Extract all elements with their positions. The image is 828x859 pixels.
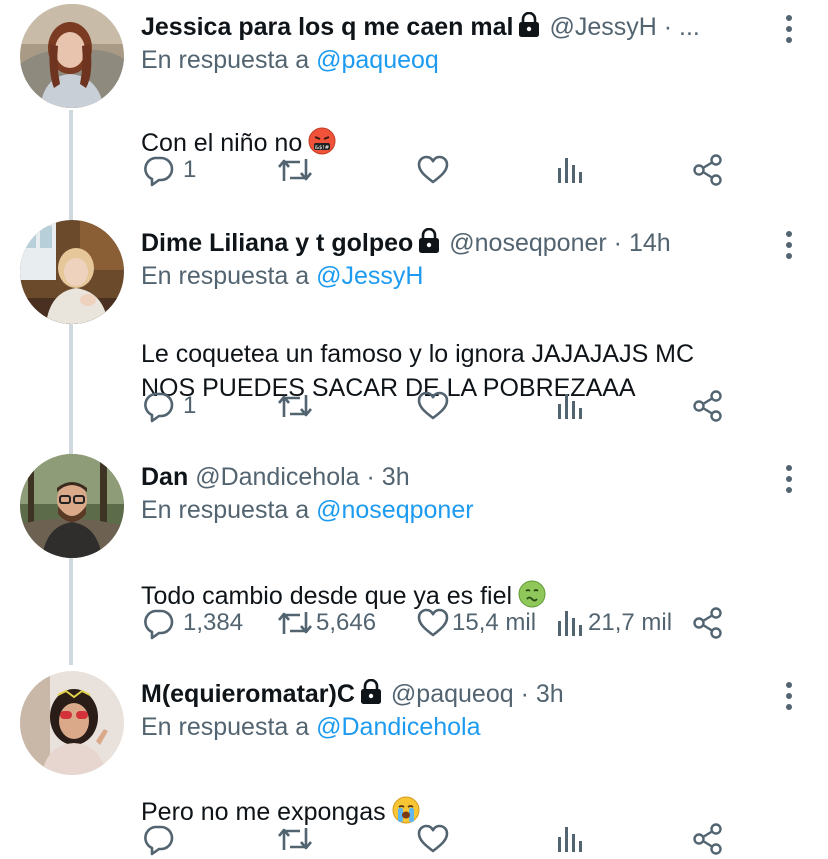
retweet-icon — [278, 828, 312, 850]
retweet-count: 5,646 — [316, 609, 377, 636]
retweet-button[interactable] — [276, 150, 316, 190]
lock-icon — [417, 227, 441, 260]
avatar[interactable] — [20, 454, 124, 558]
thread-connector-line — [69, 110, 73, 665]
more-options-icon[interactable] — [780, 230, 798, 260]
retweet-button[interactable] — [276, 386, 316, 426]
reply-icon — [144, 156, 174, 187]
tweet-header: M(equieromatar)C @paqueoq · 3h — [141, 677, 768, 711]
timestamp[interactable]: 3h — [382, 463, 410, 491]
avatar[interactable] — [20, 671, 124, 775]
retweet-button[interactable] — [276, 819, 316, 859]
retweet-icon — [278, 612, 312, 634]
reply-mention-link[interactable]: @JessyH — [316, 262, 423, 290]
like-button[interactable]: 15,4 mil — [416, 603, 536, 643]
reply-mention-link[interactable]: @paqueoq — [316, 46, 439, 74]
share-button[interactable] — [691, 386, 725, 426]
tweet-header: Dan @Dandicehola · 3h — [141, 460, 768, 494]
reply-context: En respuesta a @JessyH — [141, 260, 423, 292]
reply-context: En respuesta a @paqueoq — [141, 44, 439, 76]
analytics-icon — [558, 394, 582, 419]
user-handle[interactable]: @JessyH — [549, 13, 656, 41]
heart-icon — [417, 155, 449, 184]
share-icon — [693, 154, 722, 186]
reply-prefix: En respuesta a — [141, 262, 310, 290]
analytics-icon — [558, 158, 582, 183]
reply-button[interactable] — [141, 819, 183, 859]
analytics-icon — [558, 611, 582, 636]
views-button[interactable] — [554, 819, 588, 859]
heart-icon — [417, 391, 449, 420]
tweet-header: Jessica para los q me caen mal @JessyH · … — [141, 10, 768, 44]
like-button[interactable] — [416, 819, 452, 859]
analytics-icon — [558, 827, 582, 852]
display-name[interactable]: Dan — [141, 463, 188, 491]
tweet-actions: 1 — [141, 386, 741, 426]
separator-dot: · — [366, 463, 375, 491]
reply-icon — [144, 609, 174, 640]
like-count: 15,4 mil — [452, 609, 537, 636]
views-button[interactable] — [554, 150, 588, 190]
share-button[interactable] — [691, 819, 725, 859]
views-button[interactable]: 21,7 mil — [554, 603, 672, 643]
heart-icon — [417, 824, 449, 853]
reply-button[interactable]: 1 — [141, 150, 196, 190]
separator-dot: · — [663, 13, 673, 41]
avatar[interactable] — [20, 220, 124, 324]
display-name[interactable]: Jessica para los q me caen mal — [141, 13, 513, 41]
reply-count: 1 — [183, 156, 197, 183]
reply-button[interactable]: 1,384 — [141, 603, 243, 643]
views-button[interactable] — [554, 386, 588, 426]
share-icon — [693, 607, 722, 639]
reply-count: 1,384 — [183, 609, 244, 636]
reply-context: En respuesta a @noseqponer — [141, 494, 474, 526]
reply-icon — [144, 392, 174, 423]
user-handle[interactable]: @Dandicehola — [195, 463, 359, 491]
share-icon — [693, 823, 722, 855]
share-button[interactable] — [691, 150, 725, 190]
user-handle[interactable]: @paqueoq — [391, 680, 514, 708]
reply-button[interactable]: 1 — [141, 386, 196, 426]
like-button[interactable] — [416, 386, 452, 426]
timestamp[interactable]: ... — [679, 13, 700, 41]
lock-icon — [359, 678, 383, 711]
like-button[interactable] — [416, 150, 452, 190]
lock-icon — [517, 11, 541, 44]
views-count: 21,7 mil — [588, 609, 673, 636]
timestamp[interactable]: 14h — [629, 229, 671, 257]
share-button[interactable] — [691, 603, 725, 643]
more-options-icon[interactable] — [780, 464, 798, 494]
reply-prefix: En respuesta a — [141, 496, 310, 524]
reply-mention-link[interactable]: @noseqponer — [316, 496, 473, 524]
tweet-header: Dime Liliana y t golpeo @noseqponer · 14h — [141, 226, 768, 260]
retweet-icon — [278, 395, 312, 417]
retweet-icon — [278, 159, 312, 181]
heart-icon — [417, 608, 449, 637]
reply-mention-link[interactable]: @Dandicehola — [316, 713, 480, 741]
retweet-button[interactable]: 5,646 — [276, 603, 376, 643]
share-icon — [693, 390, 722, 422]
reply-context: En respuesta a @Dandicehola — [141, 711, 481, 743]
reply-prefix: En respuesta a — [141, 46, 310, 74]
user-handle[interactable]: @noseqponer — [449, 229, 606, 257]
timestamp[interactable]: 3h — [536, 680, 564, 708]
tweet-actions: 1,384 5,646 15,4 mil 21,7 mil — [141, 603, 741, 643]
reply-prefix: En respuesta a — [141, 713, 310, 741]
display-name[interactable]: M(equieromatar)C — [141, 680, 355, 708]
display-name[interactable]: Dime Liliana y t golpeo — [141, 229, 413, 257]
reply-icon — [144, 825, 174, 856]
separator-dot: · — [613, 229, 622, 257]
reply-count: 1 — [183, 392, 197, 419]
separator-dot: · — [520, 680, 529, 708]
tweet-actions: 1 — [141, 150, 741, 190]
avatar[interactable] — [20, 4, 124, 108]
more-options-icon[interactable] — [780, 14, 798, 44]
more-options-icon[interactable] — [780, 681, 798, 711]
tweet-actions — [141, 819, 741, 859]
